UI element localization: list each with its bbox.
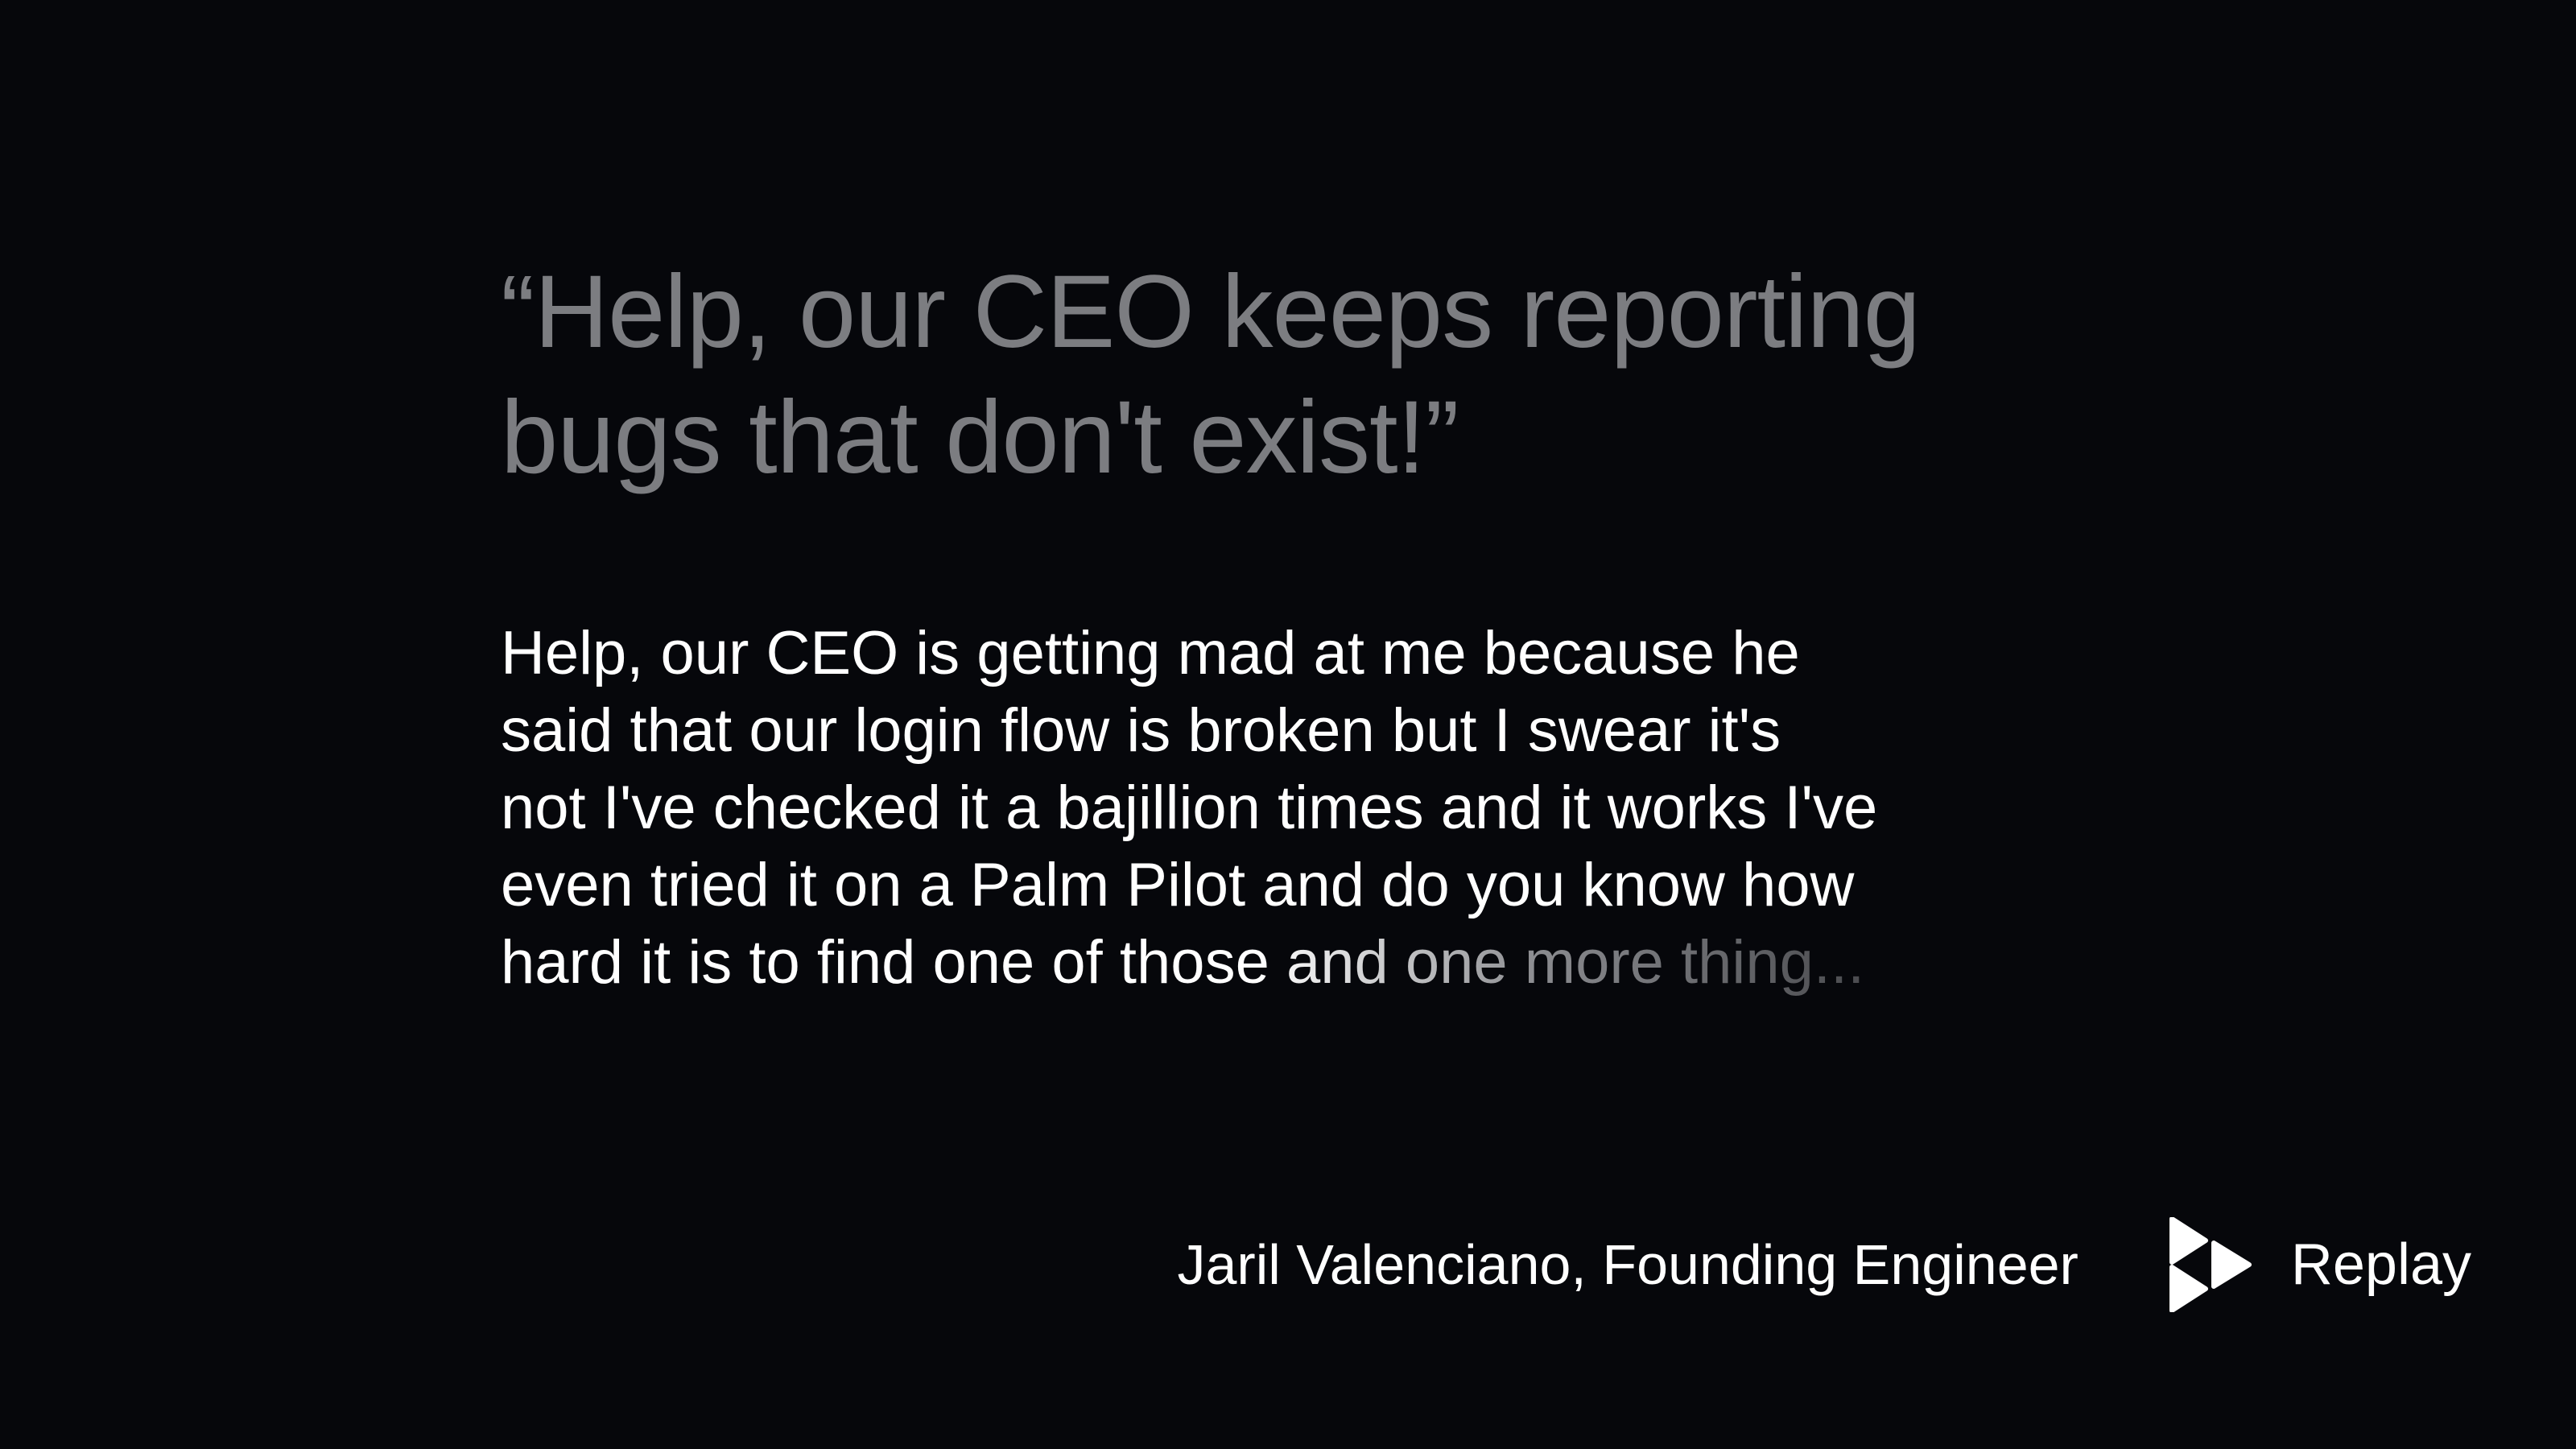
quote-headline: “Help, our CEO keeps reporting bugs that… bbox=[501, 250, 2111, 501]
quote-body-last-line: hard it is to find one of those and one … bbox=[501, 924, 2095, 1001]
testimonial-slide: “Help, our CEO keeps reporting bugs that… bbox=[0, 0, 2576, 1449]
quote-body: Help, our CEO is getting mad at me becau… bbox=[501, 615, 2095, 1001]
quote-body-line: said that our login flow is broken but I… bbox=[501, 696, 1781, 765]
brand-logo-group: Replay bbox=[2169, 1217, 2471, 1312]
slide-footer: Jaril Valenciano, Founding Engineer Repl… bbox=[1177, 1217, 2471, 1312]
quote-body-line: even tried it on a Palm Pilot and do you… bbox=[501, 851, 1855, 919]
quote-headline-line: bugs that don't exist!” bbox=[501, 380, 1459, 495]
quote-body-fade-text: one of those and one more thing... bbox=[932, 928, 1865, 997]
replay-logo-icon bbox=[2169, 1217, 2252, 1312]
quote-body-last-start: hard it is to find bbox=[501, 928, 933, 997]
attribution-text: Jaril Valenciano, Founding Engineer bbox=[1177, 1233, 2079, 1296]
quote-block: “Help, our CEO keeps reporting bugs that… bbox=[501, 250, 2111, 1001]
quote-body-line: Help, our CEO is getting mad at me becau… bbox=[501, 619, 1800, 687]
brand-name: Replay bbox=[2290, 1232, 2471, 1297]
quote-headline-line: “Help, our CEO keeps reporting bbox=[501, 254, 1921, 369]
quote-body-line: not I've checked it a bajillion times an… bbox=[501, 774, 1878, 842]
